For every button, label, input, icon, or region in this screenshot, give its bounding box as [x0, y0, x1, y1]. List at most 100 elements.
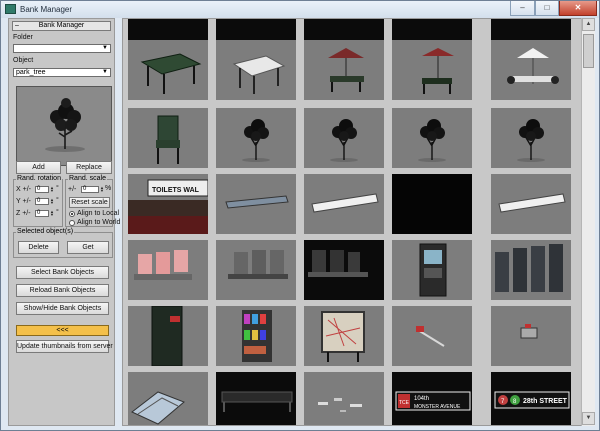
- thumbnail-rail-dark[interactable]: [216, 372, 296, 425]
- update-thumbnails-button[interactable]: Update thumbnails from server: [16, 340, 113, 353]
- bank-manager-panel: – Bank Manager Folder ▼ Object park_tree…: [8, 18, 120, 426]
- svg-text:28th STREET: 28th STREET: [523, 398, 568, 405]
- thumbnail-table-white[interactable]: [216, 40, 296, 100]
- scroll-up-icon[interactable]: ▲: [582, 18, 595, 31]
- street-sign-2-icon: 7 8 28th STREET: [491, 372, 571, 425]
- reload-bank-objects-button[interactable]: Reload Bank Objects: [16, 284, 109, 297]
- scale-label: +/-: [68, 186, 77, 193]
- scroll-thumb[interactable]: [583, 34, 594, 68]
- rand-scale-group: Rand. scale +/- 0 ▲ ▼ % Reset scale Align…: [65, 175, 120, 227]
- thumbnail-street-sign-2[interactable]: 7 8 28th STREET: [491, 372, 571, 425]
- maximize-button[interactable]: □: [535, 1, 559, 16]
- delete-button[interactable]: Delete: [18, 241, 59, 254]
- selected-objects-group: Selected object(s) Delete Get: [13, 228, 113, 258]
- reset-scale-button[interactable]: Reset scale: [69, 197, 110, 208]
- thumbnail-seats-red[interactable]: [128, 240, 208, 300]
- bar-blue-icon: [225, 195, 289, 209]
- seats-dark-icon: [228, 250, 288, 279]
- thumbnail-tree[interactable]: [216, 108, 296, 168]
- thumbnail-map-board[interactable]: [304, 306, 384, 366]
- folder-dropdown[interactable]: ▼: [13, 44, 111, 53]
- object-dropdown[interactable]: park_tree ▼: [13, 68, 111, 77]
- tree-preview-icon: [45, 98, 85, 152]
- scale-spinner[interactable]: ▲ ▼: [100, 186, 104, 193]
- title-bar[interactable]: Bank Manager – □ ✕: [1, 1, 599, 18]
- thumbnail-umbrella-set-red-2[interactable]: [392, 40, 472, 100]
- umbrella-set-red-icon: [328, 48, 364, 92]
- tree-icon: [330, 119, 358, 162]
- thumbnail-newsstand[interactable]: [216, 306, 296, 366]
- align-local-label: Align to Local: [77, 210, 120, 217]
- thumbnail-chair-green[interactable]: [128, 108, 208, 168]
- grid-scrollbar[interactable]: ▲ ▼: [581, 18, 595, 426]
- y-rotation-input[interactable]: 0: [35, 198, 49, 205]
- replace-button[interactable]: Replace: [66, 161, 112, 174]
- umbrella-set-white-icon: [507, 48, 559, 84]
- thumbnail-toilets-sign[interactable]: TOILETS WAL: [128, 174, 208, 234]
- blank-dark-icon: [392, 174, 472, 234]
- thumbnail-door-red[interactable]: [128, 306, 208, 366]
- x-label: X +/-: [16, 186, 31, 193]
- rand-rotation-title: Rand. rotation: [16, 175, 62, 183]
- thumbnail-blank-dark[interactable]: [392, 174, 472, 234]
- seats-dark-2-icon: [308, 250, 368, 277]
- y-spinner[interactable]: ▲ ▼: [50, 198, 54, 205]
- table-white-icon: [232, 55, 286, 94]
- turnstiles-icon: [495, 244, 563, 292]
- thumbnail-bar-blue[interactable]: [216, 174, 296, 234]
- selected-objects-title: Selected object(s): [16, 228, 75, 236]
- table-green-icon: [140, 53, 202, 94]
- scale-input[interactable]: 0: [81, 186, 99, 193]
- add-button[interactable]: Add: [16, 161, 61, 174]
- thumbnail-street-sign[interactable]: TCE 104th MONSTER AVENUE: [392, 372, 472, 425]
- debris-icon: [318, 398, 362, 412]
- minimize-button[interactable]: –: [510, 1, 535, 16]
- collapse-panel-button[interactable]: <<<: [16, 325, 109, 336]
- umbrella-set-red-2-icon: [422, 48, 454, 94]
- z-spinner[interactable]: ▲ ▼: [50, 210, 54, 217]
- align-world-radio[interactable]: [69, 220, 75, 226]
- thumbnail-tree[interactable]: [491, 108, 571, 168]
- thumbnail-tree[interactable]: [304, 108, 384, 168]
- street-sign-icon: TCE 104th MONSTER AVENUE: [392, 372, 472, 425]
- thumbnail-debris[interactable]: [304, 372, 384, 425]
- x-rotation-input[interactable]: 0: [35, 186, 49, 193]
- thumbnail-turnstiles[interactable]: [491, 240, 571, 300]
- thumbnail-small-red[interactable]: [392, 306, 472, 366]
- degree-unit: °: [56, 209, 59, 216]
- thumbnail-seats-dark-2[interactable]: [304, 240, 384, 300]
- thumbnail-table-green[interactable]: [128, 40, 208, 100]
- svg-text:104th: 104th: [414, 396, 429, 402]
- bar-white-icon: [498, 193, 566, 213]
- thumbnail-atm[interactable]: [392, 240, 472, 300]
- newsstand-icon: [242, 310, 272, 362]
- bar-white-icon: [311, 193, 379, 213]
- scroll-down-icon[interactable]: ▼: [582, 412, 595, 425]
- thumbnail-small-cart[interactable]: [491, 306, 571, 366]
- object-preview: [16, 86, 112, 166]
- small-cart-icon: [520, 324, 538, 339]
- x-spinner[interactable]: ▲ ▼: [50, 186, 54, 193]
- get-button[interactable]: Get: [67, 241, 109, 254]
- door-red-icon: [151, 306, 183, 366]
- thumbnail-umbrella-set-red[interactable]: [304, 40, 384, 100]
- rollout-header[interactable]: – Bank Manager: [12, 21, 111, 31]
- bank-manager-window: Bank Manager – □ ✕ – Bank Manager Folder…: [0, 0, 600, 431]
- thumbnail-grid: TOILETS WAL TCE 104th MONSTER AVENUE 7 8 28th …: [122, 18, 595, 426]
- tree-icon: [418, 119, 446, 162]
- thumbnail-cart-blue[interactable]: [128, 372, 208, 425]
- thumbnail-tree[interactable]: [392, 108, 472, 168]
- chevron-down-icon: ▼: [102, 45, 108, 51]
- align-local-radio[interactable]: [69, 211, 75, 217]
- select-bank-objects-button[interactable]: Select Bank Objects: [16, 266, 109, 279]
- percent-unit: %: [105, 185, 112, 192]
- thumbnail-bar-white[interactable]: [304, 174, 384, 234]
- thumbnail-umbrella-set-white[interactable]: [491, 40, 571, 100]
- z-rotation-input[interactable]: 0: [35, 210, 49, 217]
- thumbnail-bar-white[interactable]: [491, 174, 571, 234]
- svg-text:MONSTER AVENUE: MONSTER AVENUE: [414, 404, 461, 410]
- thumbnail-seats-dark[interactable]: [216, 240, 296, 300]
- rand-scale-title: Rand. scale: [68, 175, 107, 183]
- close-button[interactable]: ✕: [559, 1, 597, 16]
- show-hide-bank-objects-button[interactable]: Show/Hide Bank Objects: [16, 302, 109, 315]
